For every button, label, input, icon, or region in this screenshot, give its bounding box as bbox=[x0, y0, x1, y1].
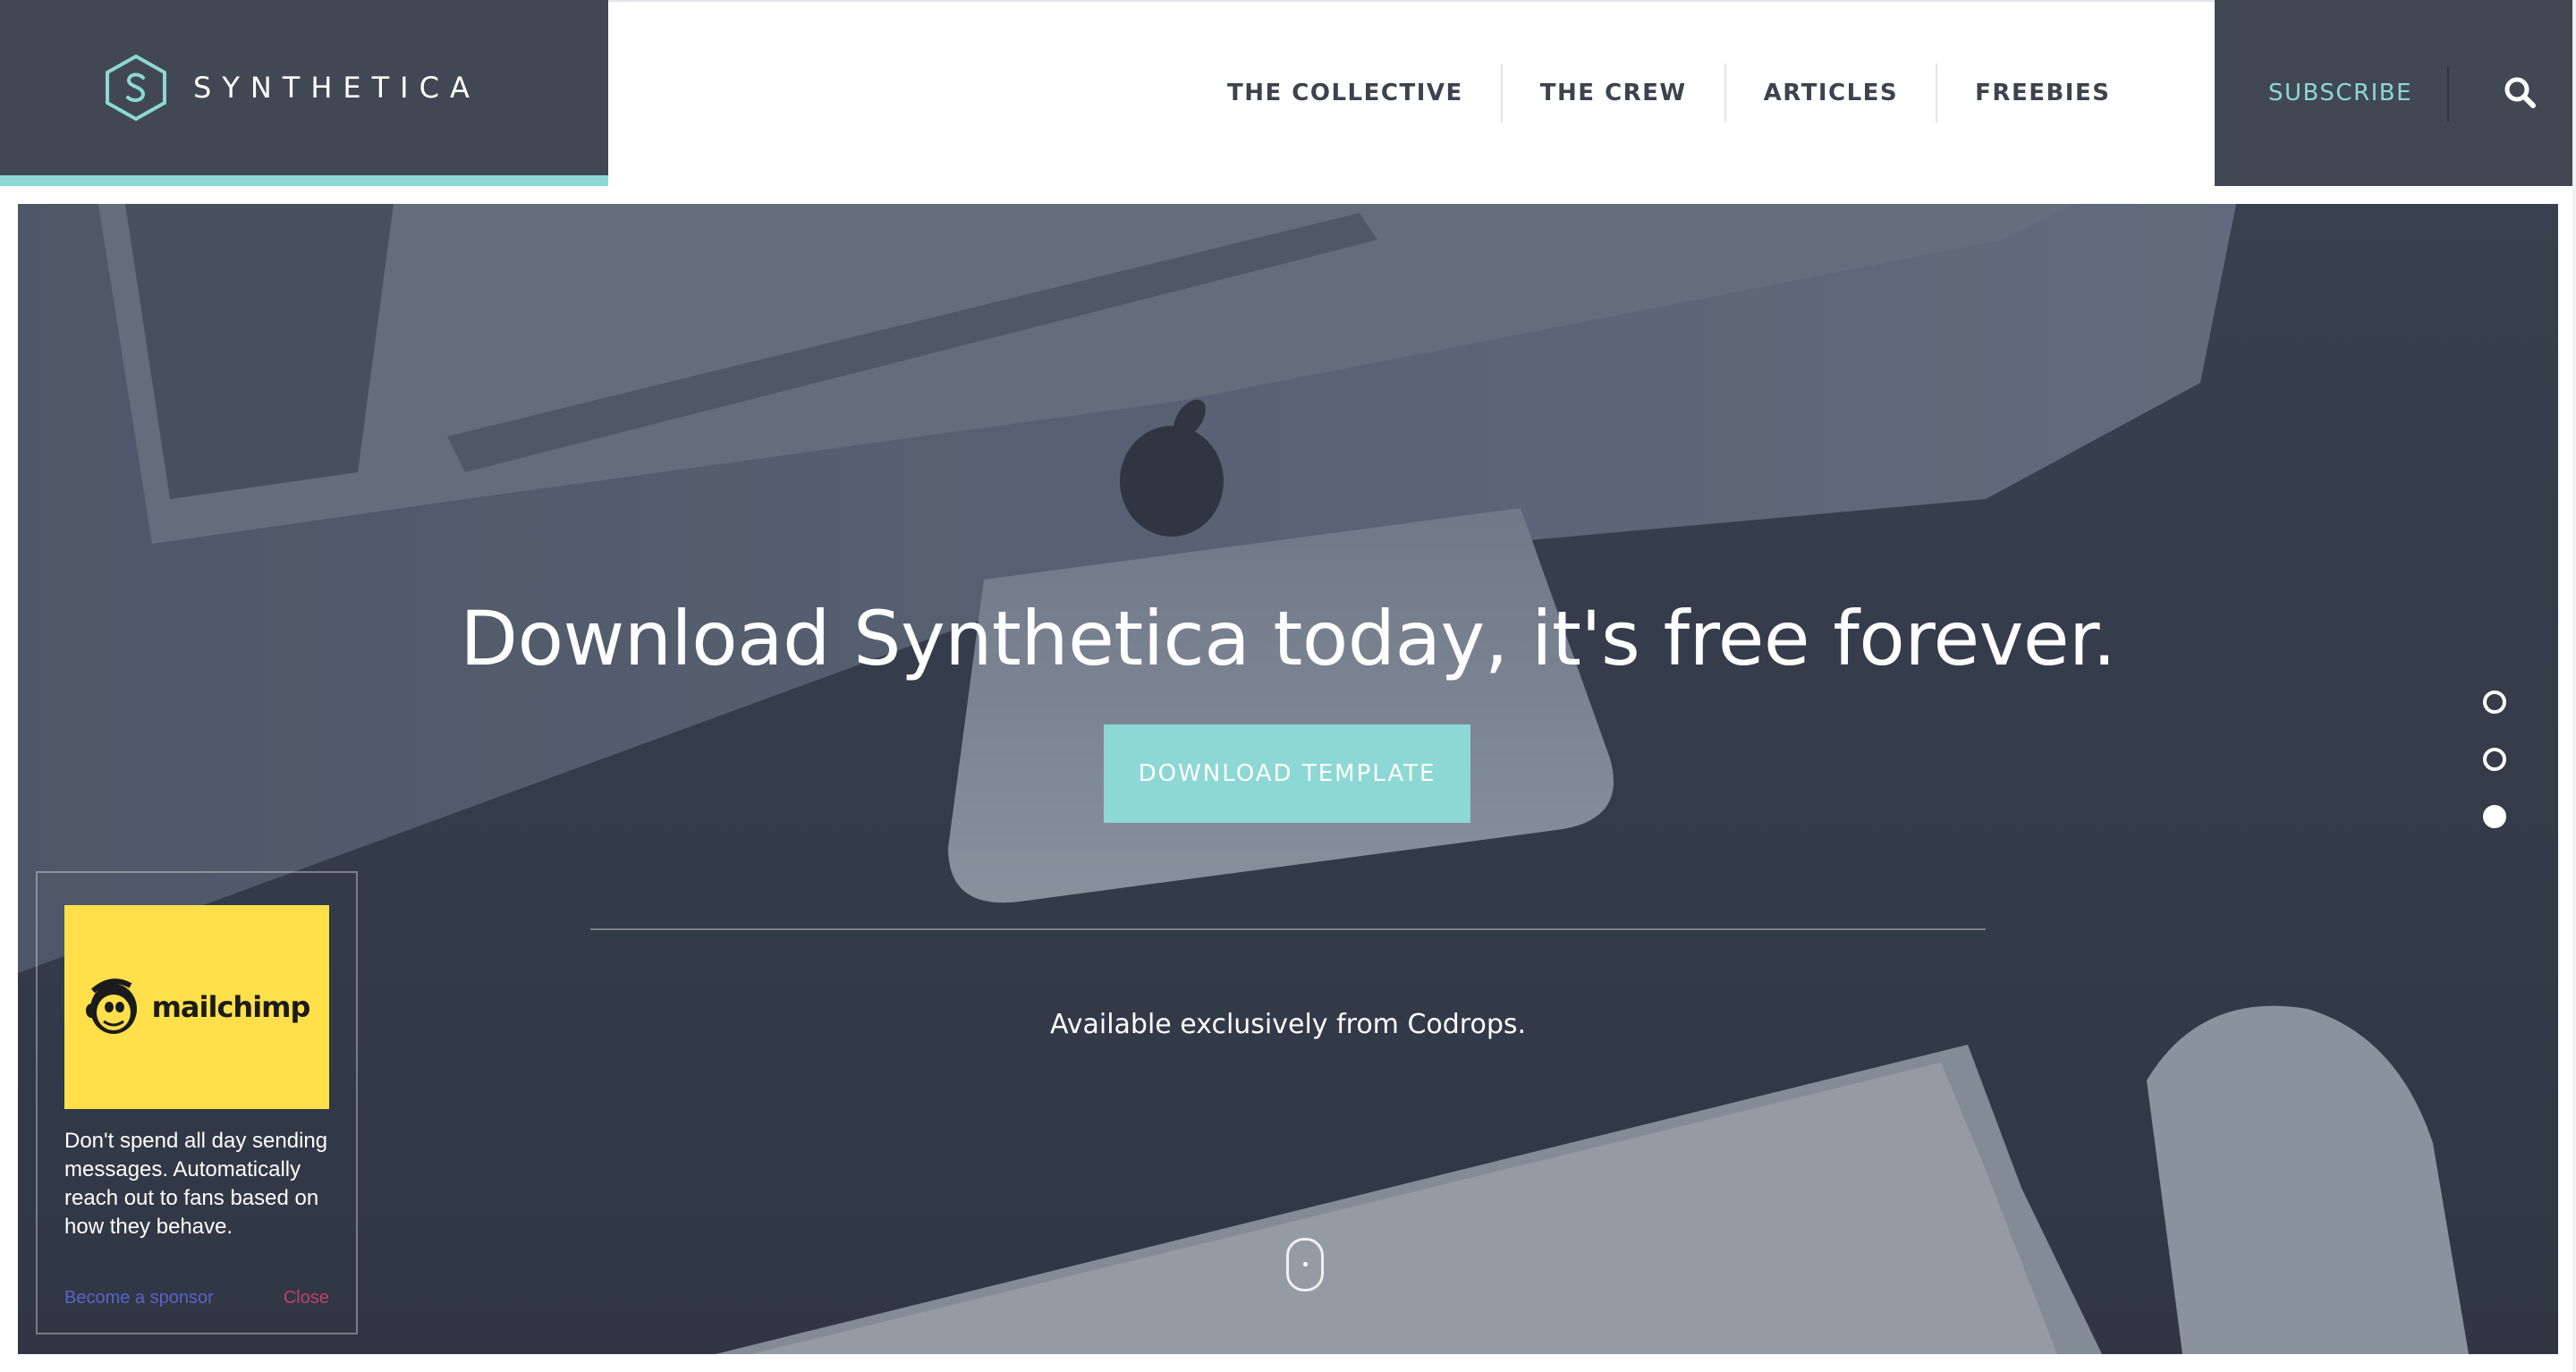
brand-name: SYNTHETICA bbox=[193, 71, 480, 105]
scroll-down-indicator[interactable] bbox=[1286, 1238, 1324, 1292]
search-icon[interactable] bbox=[2501, 73, 2540, 113]
subscribe-panel: SUBSCRIBE bbox=[2215, 0, 2576, 186]
main-nav: THE COLLECTIVE THE CREW ARTICLES FREEBIE… bbox=[1190, 61, 2148, 125]
nav-item-freebies[interactable]: FREEBIES bbox=[1936, 64, 2148, 123]
download-template-button[interactable]: DOWNLOAD TEMPLATE bbox=[1104, 724, 1470, 823]
slide-dot-1[interactable] bbox=[2483, 690, 2506, 714]
nav-item-articles[interactable]: ARTICLES bbox=[1724, 64, 1936, 123]
hero-subtitle: Available exclusively from Codrops. bbox=[1049, 1009, 1527, 1040]
ad-close-link[interactable]: Close bbox=[284, 1288, 329, 1308]
synthetica-logo-icon bbox=[106, 54, 166, 122]
ad-image[interactable]: mailchimp bbox=[64, 905, 329, 1109]
brand-home-link[interactable]: SYNTHETICA bbox=[0, 0, 608, 175]
sponsor-ad: mailchimp Don't spend all day sending me… bbox=[36, 871, 358, 1334]
nav-item-the-collective[interactable]: THE COLLECTIVE bbox=[1190, 64, 1501, 123]
slide-dot-3[interactable] bbox=[2483, 805, 2506, 828]
become-sponsor-link[interactable]: Become a sponsor bbox=[64, 1288, 214, 1308]
window-edge bbox=[2572, 0, 2576, 1372]
site-header: SYNTHETICA THE COLLECTIVE THE CREW ARTIC… bbox=[0, 0, 2576, 186]
nav-item-the-crew[interactable]: THE CREW bbox=[1500, 64, 1724, 123]
mailchimp-logo-icon bbox=[85, 978, 137, 1034]
ad-brand-name: mailchimp bbox=[151, 990, 311, 1024]
hero-divider bbox=[590, 928, 1986, 930]
slide-pagination bbox=[2483, 690, 2510, 869]
slide-dot-2[interactable] bbox=[2483, 748, 2506, 771]
subscribe-link[interactable]: SUBSCRIBE bbox=[2268, 75, 2412, 111]
hero-title: Download Synthetica today, it's free for… bbox=[460, 595, 2116, 683]
hero-slider: Download Synthetica today, it's free for… bbox=[18, 204, 2558, 1354]
subscribe-divider bbox=[2447, 66, 2449, 122]
ad-text[interactable]: Don't spend all day sending messages. Au… bbox=[64, 1127, 329, 1241]
brand-accent-bar bbox=[0, 175, 608, 186]
